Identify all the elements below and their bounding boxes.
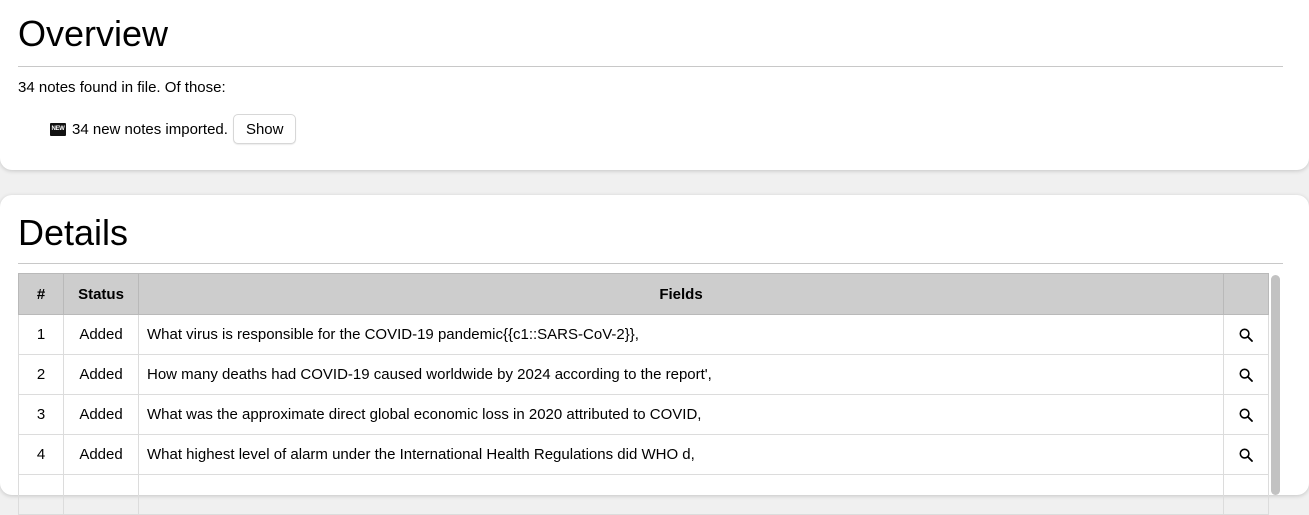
new-notes-text: 34 new notes imported. bbox=[72, 120, 228, 138]
row-number: 4 bbox=[18, 434, 64, 475]
row-status: Added bbox=[63, 434, 139, 475]
magnifier-icon[interactable] bbox=[1239, 448, 1253, 462]
overview-divider bbox=[18, 66, 1283, 67]
show-button[interactable]: Show bbox=[232, 114, 297, 144]
details-divider bbox=[18, 263, 1283, 264]
details-table: # Status Fields 1 Added What virus is re… bbox=[18, 273, 1269, 515]
magnifier-icon[interactable] bbox=[1239, 328, 1253, 342]
row-action-cell bbox=[1223, 394, 1269, 435]
column-header-number[interactable]: # bbox=[18, 273, 64, 315]
overview-card: Overview 34 notes found in file. Of thos… bbox=[0, 0, 1309, 170]
row-action-cell bbox=[1223, 354, 1269, 395]
row-status: Added bbox=[63, 314, 139, 355]
row-fields: What virus is responsible for the COVID-… bbox=[138, 314, 1224, 355]
row-number: 2 bbox=[18, 354, 64, 395]
table-row: 2 Added How many deaths had COVID-19 cau… bbox=[18, 354, 1269, 395]
import-summary: 34 notes found in file. Of those: bbox=[18, 79, 226, 96]
table-row bbox=[18, 474, 1269, 515]
new-badge-icon: NEW bbox=[50, 122, 66, 136]
row-fields bbox=[138, 474, 1224, 515]
column-header-actions bbox=[1223, 273, 1269, 315]
row-fields: How many deaths had COVID-19 caused worl… bbox=[138, 354, 1224, 395]
overview-heading: Overview bbox=[18, 13, 169, 54]
row-status: Added bbox=[63, 354, 139, 395]
details-table-container: # Status Fields 1 Added What virus is re… bbox=[18, 273, 1269, 515]
row-action-cell bbox=[1223, 474, 1269, 515]
details-heading: Details bbox=[18, 212, 129, 253]
table-header-row: # Status Fields bbox=[18, 273, 1269, 315]
table-row: 1 Added What virus is responsible for th… bbox=[18, 314, 1269, 355]
magnifier-icon[interactable] bbox=[1239, 408, 1253, 422]
table-row: 3 Added What was the approximate direct … bbox=[18, 394, 1269, 435]
row-fields: What highest level of alarm under the In… bbox=[138, 434, 1224, 475]
row-number bbox=[18, 474, 64, 515]
column-header-status[interactable]: Status bbox=[63, 273, 139, 315]
row-number: 3 bbox=[18, 394, 64, 435]
row-fields: What was the approximate direct global e… bbox=[138, 394, 1224, 435]
column-header-fields[interactable]: Fields bbox=[138, 273, 1224, 315]
row-action-cell bbox=[1223, 434, 1269, 475]
magnifier-icon[interactable] bbox=[1239, 368, 1253, 382]
details-card: Details # Status Fields 1 Added What vir… bbox=[0, 195, 1309, 515]
table-scrollbar[interactable] bbox=[1271, 275, 1280, 495]
row-status bbox=[63, 474, 139, 515]
new-notes-line: NEW 34 new notes imported. Show bbox=[50, 114, 297, 144]
row-status: Added bbox=[63, 394, 139, 435]
table-row: 4 Added What highest level of alarm unde… bbox=[18, 434, 1269, 475]
row-number: 1 bbox=[18, 314, 64, 355]
row-action-cell bbox=[1223, 314, 1269, 355]
